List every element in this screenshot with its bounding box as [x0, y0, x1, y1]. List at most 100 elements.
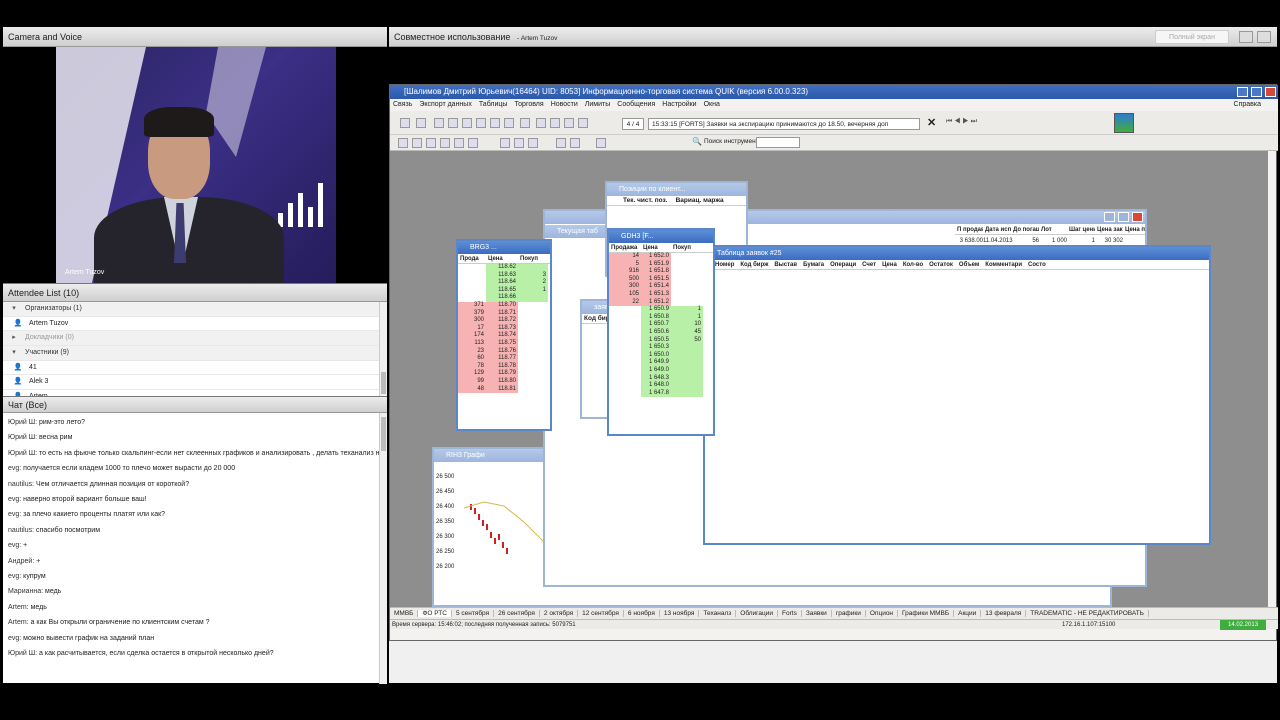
expand-arrow-icon[interactable]: ▸: [9, 331, 19, 346]
zoom-icon[interactable]: [556, 138, 566, 148]
sheet-tab[interactable]: графики: [831, 610, 866, 617]
sheet-tab[interactable]: 26 сентября: [494, 610, 540, 617]
quote-row[interactable]: 51 651.9: [609, 260, 713, 269]
sheet-tab[interactable]: 12 сентября: [578, 610, 624, 617]
quote-row[interactable]: 1 649.0: [609, 366, 713, 375]
sheet-tab[interactable]: Опцион: [865, 610, 899, 617]
futures-maximize-button[interactable]: [1118, 212, 1129, 222]
quote-row[interactable]: 1 650.3: [609, 344, 713, 352]
quote-row[interactable]: 1 648.3: [609, 374, 713, 383]
quote-row[interactable]: 371 118.70: [458, 301, 550, 310]
quote-row[interactable]: 1 647.8: [609, 389, 713, 398]
futures-minimize-button[interactable]: [1104, 212, 1115, 222]
quote-row[interactable]: 23 118.76: [458, 347, 550, 356]
sheet-tab[interactable]: Акции: [954, 610, 982, 617]
sheet-tab[interactable]: Forts: [778, 610, 802, 617]
expand-arrow-icon[interactable]: ▾: [9, 346, 19, 361]
attendee-item[interactable]: 👤 Alek 3: [3, 375, 387, 391]
quote-row[interactable]: 1 650.9 1: [609, 306, 713, 314]
chart-icon[interactable]: [476, 118, 486, 128]
attendee-group[interactable]: ▾ Организаторы (1): [3, 302, 387, 317]
close-ticker-icon[interactable]: ✕: [927, 116, 936, 129]
menu-item[interactable]: Торговля: [514, 101, 543, 108]
quote-row[interactable]: 1 650.0: [609, 351, 713, 360]
quote-row[interactable]: 300 118.72: [458, 317, 550, 325]
sheet-tab[interactable]: TRADEMATIC - НЕ РЕДАКТИРОВАТЬ: [1026, 610, 1149, 617]
search-input[interactable]: [756, 137, 800, 148]
quote-row[interactable]: 500 1 651.5: [609, 275, 713, 284]
info-icon[interactable]: [520, 118, 530, 128]
filter-icon[interactable]: [550, 118, 560, 128]
trades-icon[interactable]: [490, 118, 500, 128]
menu-item[interactable]: Сообщения: [617, 101, 655, 108]
menu-help[interactable]: Справка: [1234, 99, 1261, 111]
quik-maximize-button[interactable]: [1251, 87, 1262, 97]
chat-scrollbar[interactable]: [379, 413, 387, 684]
pod-options-button[interactable]: [1239, 31, 1253, 43]
quote-row[interactable]: 118.65 1: [458, 286, 550, 295]
sheet-tab[interactable]: 5 сентября: [451, 610, 495, 617]
fullscreen-button[interactable]: Полный экран: [1155, 30, 1229, 44]
back-icon[interactable]: [400, 118, 410, 128]
quote-row[interactable]: 105 1 651.3: [609, 290, 713, 299]
sheet-tab[interactable]: Заявки: [801, 610, 832, 617]
sheet-tab[interactable]: ММВБ: [390, 610, 419, 617]
quote-row[interactable]: 1 650.5 50: [609, 336, 713, 345]
sheet-tab[interactable]: Теханалз: [699, 610, 737, 617]
quote-row[interactable]: 916 1 651.8: [609, 268, 713, 276]
save-icon[interactable]: [468, 138, 478, 148]
settings-icon[interactable]: [578, 118, 588, 128]
buy-icon[interactable]: [426, 138, 436, 148]
quote-row[interactable]: 1 649.9: [609, 359, 713, 367]
quote-row[interactable]: 1 650.6 45: [609, 328, 713, 337]
move-icon[interactable]: [570, 138, 580, 148]
attendee-item[interactable]: 👤 41: [3, 361, 387, 376]
quote-row[interactable]: 118.64 2: [458, 279, 550, 287]
quik-close-button[interactable]: [1265, 87, 1276, 97]
attendee-group[interactable]: ▸ Докладчики (0): [3, 331, 387, 347]
quote-row[interactable]: 1 648.0: [609, 382, 713, 390]
quote-row[interactable]: 17 118.73: [458, 324, 550, 333]
sheet-tab[interactable]: Облигации: [736, 610, 779, 617]
menu-item[interactable]: Связь: [393, 101, 412, 108]
orders-icon[interactable]: [462, 118, 472, 128]
quote-row[interactable]: 99 118.80: [458, 377, 550, 386]
news-ticker[interactable]: 15:33:15 [FORTS] Заявки на экспирацию пр…: [648, 118, 920, 130]
attendee-scrollbar[interactable]: [379, 302, 387, 397]
bars-icon[interactable]: [528, 138, 538, 148]
print-icon[interactable]: [398, 138, 408, 148]
quote-row[interactable]: 14 1 652.0: [609, 253, 713, 261]
quote-row[interactable]: 379 118.71: [458, 309, 550, 318]
quote-row[interactable]: 300 1 651.4: [609, 283, 713, 291]
connect-icon[interactable]: [416, 118, 426, 128]
menu-item[interactable]: Таблицы: [479, 101, 508, 108]
menu-item[interactable]: Настройки: [662, 101, 696, 108]
quik-minimize-button[interactable]: [1237, 87, 1248, 97]
sheet-tab[interactable]: ФО РТС: [418, 610, 452, 617]
pan-icon[interactable]: [596, 138, 606, 148]
quote-row[interactable]: 129 118.79: [458, 370, 550, 378]
sheet-tab[interactable]: 13 ноября: [659, 610, 700, 617]
sell-icon[interactable]: [440, 138, 450, 148]
menu-item[interactable]: Новости: [551, 101, 578, 108]
cancel-icon[interactable]: [454, 138, 464, 148]
quote-row[interactable]: 60 118.77: [458, 355, 550, 363]
attendee-group[interactable]: ▾ Участники (9): [3, 346, 387, 361]
quote-row[interactable]: 118.66: [458, 294, 550, 302]
attendee-item[interactable]: 👤 Artem Tuzov: [3, 317, 387, 332]
sheet-tab[interactable]: 6 ноября: [623, 610, 660, 617]
quotes-icon[interactable]: [448, 118, 458, 128]
pod-maximize-button[interactable]: [1257, 31, 1271, 43]
futures-close-button[interactable]: [1132, 212, 1143, 222]
quote-row[interactable]: 113 118.75: [458, 339, 550, 348]
menu-item[interactable]: Экспорт данных: [419, 101, 472, 108]
menu-item[interactable]: Лимиты: [585, 101, 610, 108]
quote-row[interactable]: 118.62: [458, 264, 550, 272]
quote-row[interactable]: 1 650.7 10: [609, 321, 713, 329]
quote-row[interactable]: 48 118.81: [458, 385, 550, 394]
quote-row[interactable]: 1 650.8 1: [609, 313, 713, 322]
sheet-tab[interactable]: 13 февраля: [981, 610, 1027, 617]
ticker-nav-icon[interactable]: ⏮ ◀ ▶ ⏭: [946, 118, 977, 126]
line-icon[interactable]: [514, 138, 524, 148]
quote-row[interactable]: 22 1 651.2: [609, 298, 713, 307]
